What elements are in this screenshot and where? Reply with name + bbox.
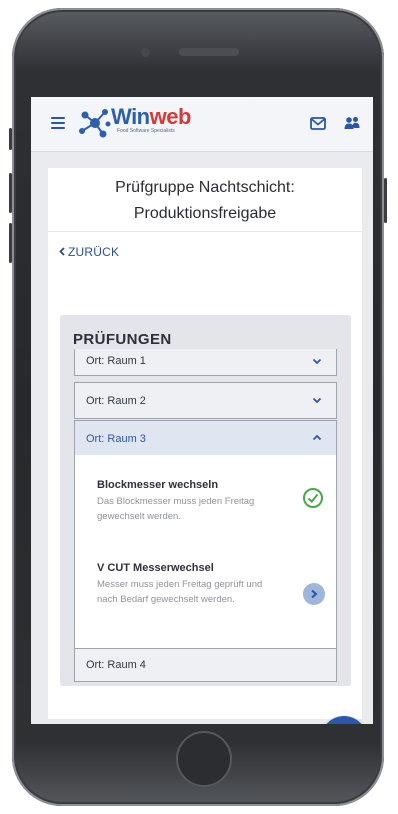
chevron-right-icon — [311, 589, 318, 599]
scan-fab-button[interactable] — [321, 716, 367, 724]
accordion-raum-3[interactable]: Ort: Raum 3 — [74, 420, 337, 456]
home-button[interactable] — [176, 731, 232, 787]
open-check-button[interactable] — [303, 583, 325, 605]
page-title-line2: Produktionsfreigabe — [133, 205, 277, 222]
volume-down-button — [9, 223, 12, 263]
page-title-line1: Prüfgruppe Nachtschicht: — [115, 179, 295, 196]
accordion-raum-3-content: Blockmesser wechseln Das Blockmesser mus… — [74, 455, 337, 680]
people-icon[interactable] — [344, 116, 360, 131]
logo-win-text: Win — [111, 104, 150, 129]
chevron-left-icon — [59, 247, 65, 256]
accordion-label: Ort: Raum 4 — [86, 659, 146, 671]
page-title: Prüfgruppe Nachtschicht: Produktionsfrei… — [48, 175, 362, 227]
pruefungen-panel: PRÜFUNGEN Ort: Raum 1 Ort: Raum 2 Ort: R… — [60, 315, 351, 686]
winweb-logo-icon — [79, 109, 111, 138]
app-screen: Winweb Food Software Specialists Prüfgru… — [31, 97, 373, 724]
back-link[interactable]: ZURÜCK — [59, 245, 119, 259]
front-camera — [141, 48, 150, 57]
app-header: Winweb Food Software Specialists — [31, 97, 373, 152]
accordion-label: Ort: Raum 1 — [86, 355, 146, 367]
check-item-title[interactable]: Blockmesser wechseln — [97, 479, 218, 491]
mail-icon[interactable] — [310, 117, 326, 130]
earpiece-speaker — [179, 48, 239, 56]
title-divider — [48, 231, 362, 232]
hamburger-icon[interactable] — [51, 117, 65, 132]
side-button — [9, 128, 12, 150]
brand-logo-text: Winweb — [111, 104, 191, 130]
check-item-title[interactable]: V CUT Messerwechsel — [97, 562, 214, 574]
check-item-description: Das Blockmesser muss jeden Freitag gewec… — [97, 496, 255, 522]
accordion-label: Ort: Raum 3 — [86, 433, 146, 445]
accordion-raum-1[interactable]: Ort: Raum 1 — [74, 349, 337, 376]
accordion-raum-4[interactable]: Ort: Raum 4 — [74, 648, 337, 682]
power-button — [384, 178, 387, 223]
chevron-up-icon — [312, 434, 322, 441]
logo-tagline: Food Software Specialists — [117, 128, 175, 134]
chevron-down-icon — [312, 358, 322, 365]
back-label: ZURÜCK — [68, 245, 120, 259]
volume-up-button — [9, 173, 12, 213]
logo-web-text: web — [149, 104, 192, 129]
accordion-raum-2[interactable]: Ort: Raum 2 — [74, 382, 337, 419]
pruefungen-heading: PRÜFUNGEN — [73, 331, 172, 348]
check-circle-icon — [303, 488, 323, 508]
accordion-label: Ort: Raum 2 — [86, 395, 146, 407]
check-item-description: Messer muss jeden Freitag geprüft und na… — [97, 579, 263, 605]
content-card: Prüfgruppe Nachtschicht: Produktionsfrei… — [48, 168, 367, 724]
chevron-down-icon — [312, 397, 322, 404]
